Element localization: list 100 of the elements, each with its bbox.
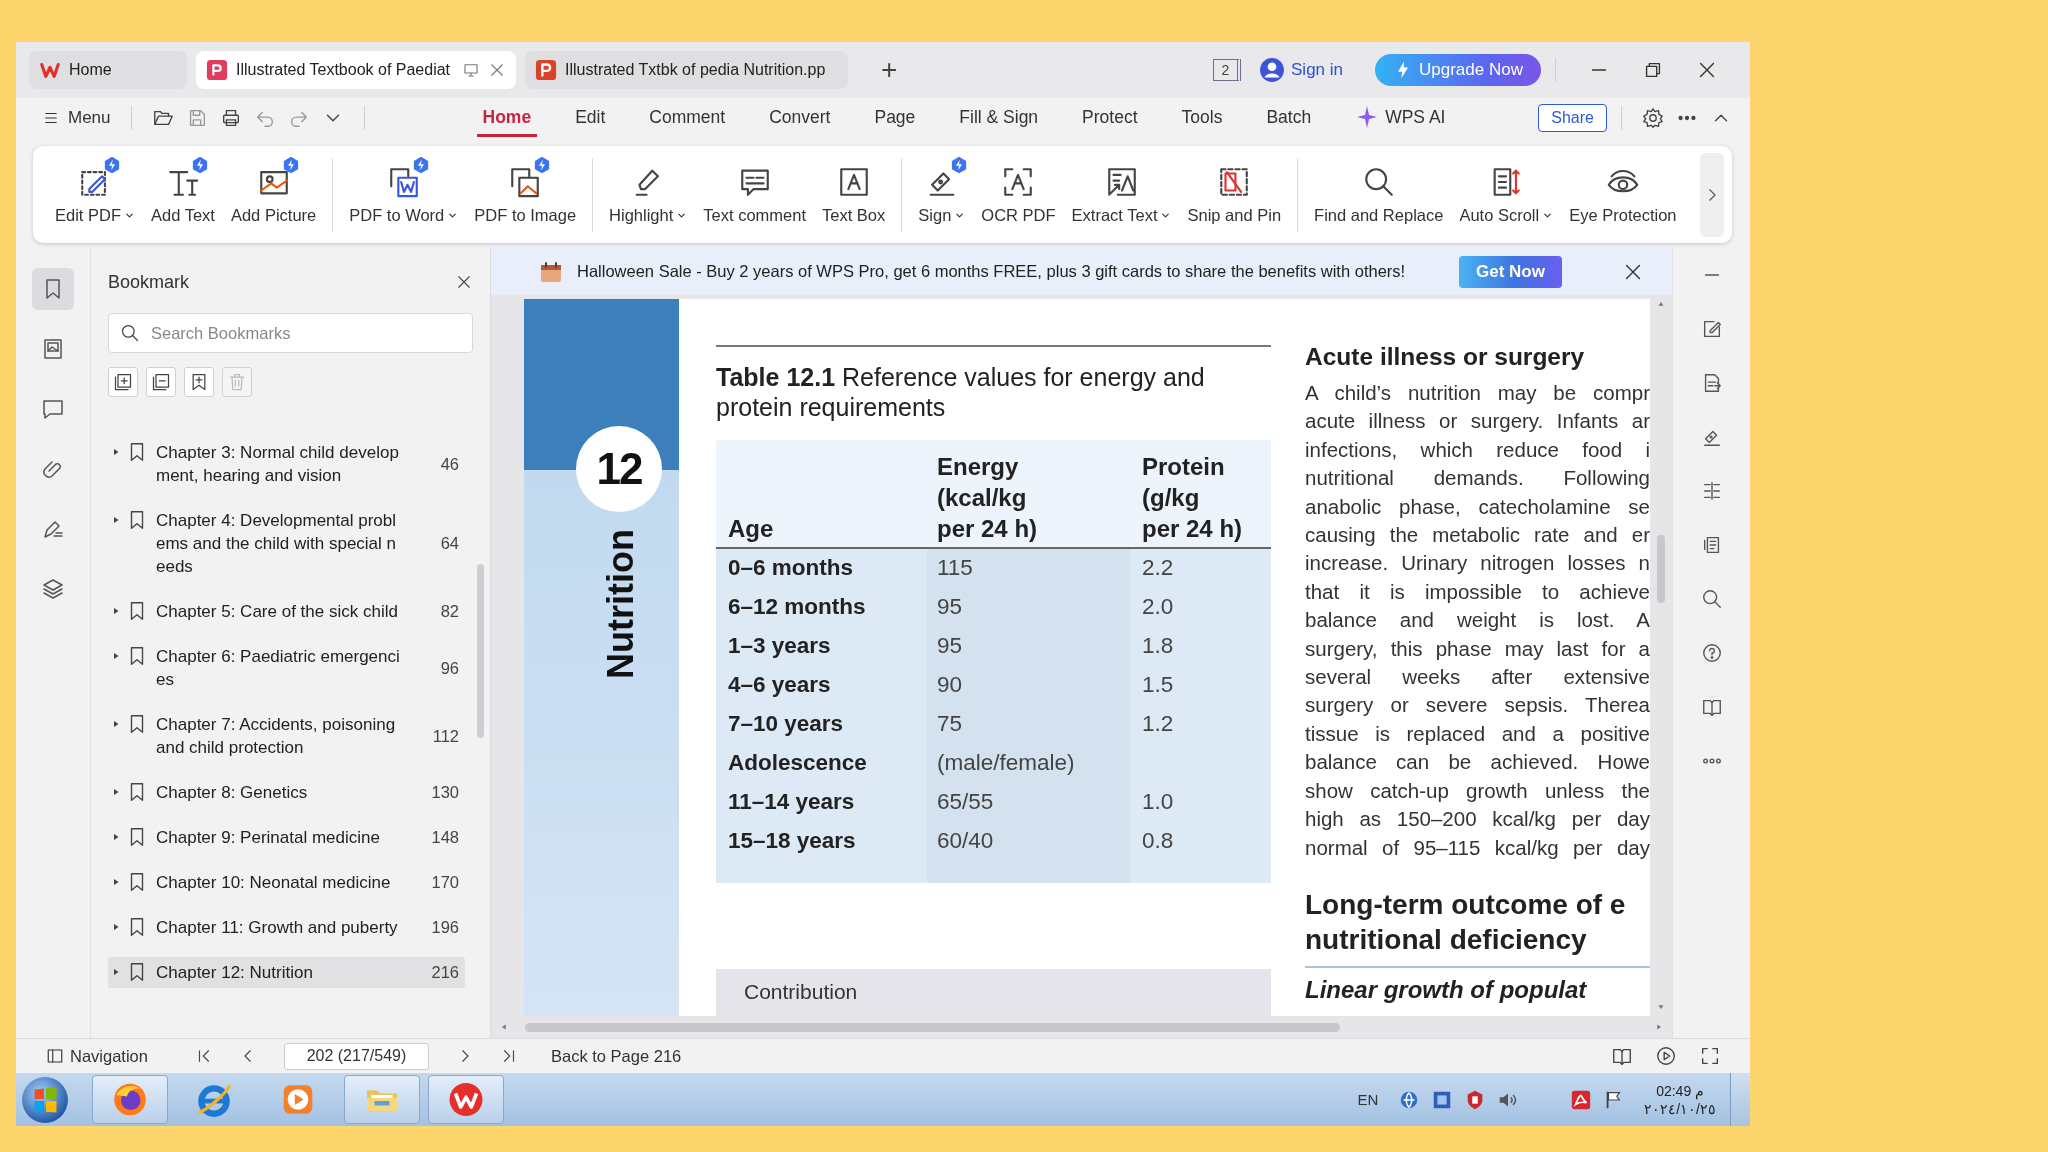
- search-icon[interactable]: [1700, 588, 1723, 610]
- sign-in-link[interactable]: Sign in: [1291, 60, 1343, 80]
- collapse-all-icon[interactable]: [146, 367, 176, 397]
- bookmark-item[interactable]: Chapter 6: Paediatric emergencies 96: [108, 634, 465, 702]
- table-cell: 6–12 months: [716, 587, 927, 626]
- table-cell: 115: [927, 548, 1130, 587]
- ribbon-button[interactable]: Eye Protection: [1561, 158, 1685, 231]
- table-cell: 2.0: [1130, 587, 1271, 626]
- section-heading: Acute illness or surgery: [1305, 342, 1586, 372]
- ribbon-button[interactable]: Sign: [910, 158, 974, 231]
- ribbon-button[interactable]: Snip and Pin: [1179, 158, 1290, 231]
- scrollbar-thumb[interactable]: [477, 564, 484, 738]
- close-tab-icon[interactable]: [488, 61, 506, 79]
- bookmark-item[interactable]: Chapter 4: Developmental problems and the child with special needs 64: [108, 498, 465, 589]
- ribbon-button[interactable]: Auto Scroll: [1451, 158, 1562, 231]
- ribbon-button[interactable]: Add Text: [143, 158, 223, 231]
- scrollbar-thumb[interactable]: [525, 1022, 1340, 1032]
- paragraph: A child’s nutrition may be compr acute illness or surgery. Infants ar infections, which reduce food i nutritional demands. Following anabolic phase, catecholamine se causing the metabolic rate and er increase. Urinary nitrogen losses n that it is impossible to achieve balance and weight is lost. A surgery, this phase may last for a several weeks after extensive surgery or severe sepsis. Therea tissue is replaced and a positive balance can be achieved. Howe show catch-up growth unless the high as 150–200 kcal/kg per day normal of 95–115 kcal/kg per day: [1305, 380, 1650, 861]
- navigation-button[interactable]: Navigation: [40, 1045, 154, 1067]
- back-link[interactable]: Back to Page 216: [550, 1046, 682, 1066]
- menu-tab[interactable]: Fill & Sign: [953, 98, 1045, 137]
- subheading: Linear growth of populat: [1305, 975, 1588, 1004]
- page-number: 46: [439, 454, 459, 474]
- ribbon-button[interactable]: PDF to Word: [341, 158, 467, 231]
- expand-all-icon[interactable]: [108, 367, 138, 397]
- upgrade-button[interactable]: Upgrade Now: [1375, 54, 1541, 86]
- bookmark-item[interactable]: Chapter 10: Neonatal medicine 170: [108, 860, 465, 905]
- ribbon-button[interactable]: Text comment: [695, 158, 814, 231]
- wps-app-icon[interactable]: [428, 1075, 504, 1124]
- bookmark-item[interactable]: Chapter 5: Care of the sick child 82: [108, 589, 465, 634]
- share-button[interactable]: Share: [1538, 103, 1607, 132]
- ribbon-button[interactable]: Extract Text: [1063, 158, 1180, 231]
- slides-file-icon: [535, 59, 557, 81]
- bookmark-item[interactable]: Chapter 8: Genetics 130: [108, 770, 465, 815]
- bookmark-item[interactable]: Chapter 7: Accidents, poisoning and child protection 112: [108, 702, 465, 770]
- language-indicator[interactable]: EN: [1357, 1091, 1379, 1108]
- window-count-button[interactable]: 2: [1213, 59, 1241, 81]
- menu-tab[interactable]: Protect: [1076, 98, 1144, 137]
- fox-browser-icon[interactable]: [92, 1075, 168, 1124]
- ribbon-button[interactable]: Edit PDF: [47, 158, 144, 231]
- ribbon-button[interactable]: Text Box: [814, 158, 894, 231]
- menu-tab[interactable]: WPS AI: [1349, 97, 1452, 138]
- menu-tab[interactable]: Batch: [1260, 98, 1318, 137]
- ribbon-button[interactable]: OCR PDF: [973, 158, 1064, 231]
- bookmark-item[interactable]: Chapter 9: Perinatal medicine 148: [108, 815, 465, 860]
- document-tab[interactable]: Illustrated Txtbk of pedia Nutrition.pp: [525, 51, 848, 89]
- column-header: Protein (g/kg per 24 h): [1130, 440, 1271, 548]
- document-tab[interactable]: Illustrated Textbook of Paediat: [196, 51, 516, 89]
- page-number: 64: [439, 534, 459, 553]
- table-cell: 7–10 years: [716, 704, 927, 743]
- panel-icon: [46, 1047, 64, 1065]
- table-cell: 75: [927, 704, 1130, 743]
- table-cell: 1.2: [1130, 704, 1271, 743]
- table-cell: 15–18 years: [716, 821, 927, 860]
- table-cell: (male/female): [927, 743, 1130, 782]
- document-tab[interactable]: Home: [29, 51, 187, 89]
- get-now-button[interactable]: Get Now: [1459, 255, 1562, 288]
- menu-tab[interactable]: Tools: [1175, 98, 1229, 137]
- new-tab-button[interactable]: +: [871, 56, 908, 84]
- bookmark-item[interactable]: Chapter 12: Nutrition 216: [108, 957, 465, 988]
- table-cell: 11–14 years: [716, 782, 927, 821]
- fullscreen-icon[interactable]: [1699, 1045, 1721, 1067]
- menu-tab[interactable]: Home: [476, 98, 538, 137]
- chapter-title: Nutrition: [600, 529, 642, 679]
- ribbon-button[interactable]: Highlight: [601, 158, 696, 231]
- bookmark-item[interactable]: Chapter 3: Normal child development, hearing and vision 46: [108, 430, 465, 498]
- page-number-field[interactable]: 202 (217/549): [283, 1042, 429, 1070]
- monitor-icon[interactable]: [462, 61, 480, 79]
- menu-tab[interactable]: Convert: [763, 98, 837, 137]
- table-cell: 95: [927, 626, 1130, 665]
- menu-tab[interactable]: Edit: [569, 98, 612, 137]
- table-cell: 1–3 years: [716, 626, 927, 665]
- clock-date[interactable]: ٢٠٢٤/١٠/٢٥: [1644, 1099, 1716, 1118]
- scrollbar-thumb[interactable]: [1657, 535, 1665, 603]
- search-field[interactable]: Search Bookmarks: [108, 313, 473, 353]
- clock-time[interactable]: 02:49 م: [1656, 1081, 1705, 1100]
- menu-button[interactable]: Menu: [36, 103, 117, 132]
- reader-tray-icon[interactable]: [1570, 1088, 1593, 1111]
- add-bookmark-icon[interactable]: [184, 367, 214, 397]
- calendar-icon: [539, 259, 563, 284]
- settings-icon[interactable]: [1642, 106, 1664, 129]
- user-avatar-icon[interactable]: [1259, 57, 1285, 83]
- play-icon[interactable]: [1655, 1045, 1677, 1067]
- ribbon-button[interactable]: Add Picture: [222, 158, 325, 231]
- table-cell: 1.0: [1130, 782, 1271, 821]
- ribbon-button[interactable]: PDF to Image: [466, 158, 585, 231]
- pdf-file-icon: [206, 59, 228, 81]
- bookmark-icon[interactable]: [32, 268, 74, 310]
- table-cell: Adolescence: [716, 743, 927, 782]
- help-icon[interactable]: [1700, 642, 1723, 664]
- bookmark-item[interactable]: Chapter 11: Growth and puberty 196: [108, 905, 465, 950]
- page-number: 170: [430, 873, 459, 892]
- start-orb-icon[interactable]: [20, 1074, 70, 1125]
- menu-tab[interactable]: Page: [868, 98, 922, 137]
- ribbon-button[interactable]: Find and Replace: [1306, 158, 1452, 231]
- menu-tab[interactable]: Comment: [643, 98, 732, 137]
- page-number: 96: [439, 658, 459, 678]
- table-cell: 1.5: [1130, 665, 1271, 704]
- close-icon[interactable]: [455, 273, 473, 291]
- chapter-number: 12: [576, 426, 662, 512]
